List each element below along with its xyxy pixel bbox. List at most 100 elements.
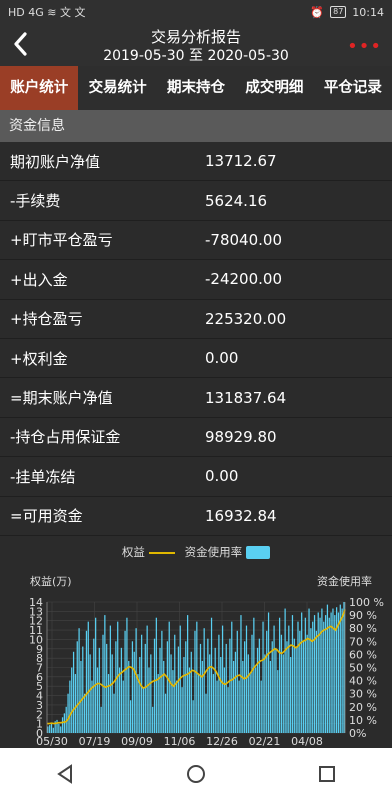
usage-bar <box>244 641 246 733</box>
usage-bar <box>181 687 183 733</box>
usage-bar <box>82 646 84 733</box>
row-label: -持仓占用保证金 <box>10 428 121 447</box>
usage-bar <box>203 628 205 733</box>
usage-bar <box>260 680 262 733</box>
usage-bar <box>96 667 99 733</box>
usage-bar <box>321 608 323 733</box>
usage-bar <box>175 680 178 733</box>
usage-bar <box>245 625 248 733</box>
usage-bar <box>131 641 134 733</box>
usage-bar <box>185 641 187 733</box>
usage-bar <box>324 615 327 733</box>
list-item: +盯市平仓盈亏 -78040.00 <box>0 221 392 261</box>
tab-trade-details[interactable]: 成交明细 <box>235 66 313 110</box>
list-item: -手续费 5624.16 <box>0 181 392 221</box>
usage-bar <box>249 674 251 733</box>
usage-bar <box>190 651 192 733</box>
usage-bar <box>278 617 281 733</box>
usage-bar <box>168 621 170 733</box>
usage-bar <box>115 641 117 733</box>
list-item: -持仓占用保证金 98929.80 <box>0 418 392 458</box>
usage-bar <box>166 641 169 733</box>
y-right-tick: 100 % <box>349 596 384 609</box>
x-tick: 05/30 <box>36 735 68 748</box>
tab-end-positions[interactable]: 期末持仓 <box>157 66 235 110</box>
usage-bar <box>157 674 159 733</box>
tab-account-stats[interactable]: 账户统计 <box>0 66 79 110</box>
usage-bar <box>106 643 108 733</box>
usage-bar <box>69 680 71 733</box>
row-label: +出入金 <box>10 270 68 289</box>
tab-trade-stats[interactable]: 交易统计 <box>78 66 156 110</box>
row-value: 98929.80 <box>205 427 277 446</box>
usage-bar <box>124 630 126 733</box>
usage-bar <box>164 693 167 733</box>
tab-bar: 账户统计 交易统计 期末持仓 成交明细 平仓记录 <box>0 66 392 110</box>
row-label: +持仓盈亏 <box>10 310 83 329</box>
usage-bar <box>266 630 268 733</box>
list-item: -挂单冻结 0.00 <box>0 457 392 497</box>
row-label: =可用资金 <box>10 507 83 526</box>
usage-bar <box>111 654 113 733</box>
usage-bar <box>216 680 218 733</box>
usage-bar <box>100 706 102 733</box>
fund-info-list: 期初账户净值 13712.67 -手续费 5624.16 +盯市平仓盈亏 -78040… <box>0 142 392 536</box>
status-icons: HD 4G ≋ 文 文 <box>8 6 86 19</box>
usage-bar <box>273 625 275 733</box>
y-right-tick: 50 % <box>349 662 377 675</box>
usage-bar <box>146 625 148 733</box>
row-label: =期末账户净值 <box>10 389 113 408</box>
usage-bar <box>126 617 128 733</box>
usage-bar <box>78 628 80 733</box>
x-tick: 07/19 <box>79 735 111 748</box>
usage-bar <box>183 657 185 733</box>
usage-bar <box>267 612 270 733</box>
nav-back-icon[interactable] <box>50 759 80 789</box>
usage-bar <box>269 660 272 733</box>
row-value: 16932.84 <box>205 506 277 525</box>
usage-bar <box>201 660 203 733</box>
usage-bar <box>312 621 314 733</box>
usage-bar <box>159 647 161 733</box>
usage-bar <box>262 621 264 733</box>
row-label: +权利金 <box>10 349 68 368</box>
usage-bar <box>161 630 163 733</box>
list-item: =期末账户净值 131837.64 <box>0 378 392 418</box>
usage-bar <box>207 638 209 733</box>
nav-recent-icon[interactable] <box>312 759 342 789</box>
usage-bar <box>58 723 60 733</box>
usage-bar <box>102 634 104 733</box>
usage-bar <box>109 625 111 733</box>
list-item: =可用资金 16932.84 <box>0 497 392 536</box>
y-right-tick: 90 % <box>349 609 377 622</box>
tab-close-records[interactable]: 平仓记录 <box>314 66 392 110</box>
usage-bar <box>67 693 69 733</box>
usage-bar <box>339 604 341 733</box>
nav-home-icon[interactable] <box>181 759 211 789</box>
x-tick: 12/26 <box>206 735 238 748</box>
usage-bar <box>172 670 174 733</box>
usage-bar <box>60 726 62 733</box>
usage-bar <box>196 621 198 733</box>
usage-bar <box>98 647 100 733</box>
usage-bar <box>170 654 172 733</box>
usage-bar <box>139 657 141 733</box>
usage-bar <box>80 660 82 733</box>
usage-bar <box>192 700 194 733</box>
x-tick: 11/06 <box>164 735 196 748</box>
usage-bar <box>341 608 343 733</box>
usage-bar <box>299 630 301 733</box>
usage-bar <box>317 612 319 733</box>
usage-bar <box>302 641 305 733</box>
more-menu-icon[interactable]: ••• <box>347 36 382 57</box>
usage-bar <box>234 651 237 733</box>
usage-bar <box>275 647 277 733</box>
usage-bar <box>85 630 88 733</box>
usage-bar <box>212 674 214 733</box>
usage-bar <box>255 667 257 733</box>
list-item: +持仓盈亏 225320.00 <box>0 300 392 339</box>
list-item: +权利金 0.00 <box>0 339 392 379</box>
usage-bar <box>220 657 222 733</box>
usage-bar <box>63 713 65 733</box>
usage-bar <box>328 617 330 733</box>
